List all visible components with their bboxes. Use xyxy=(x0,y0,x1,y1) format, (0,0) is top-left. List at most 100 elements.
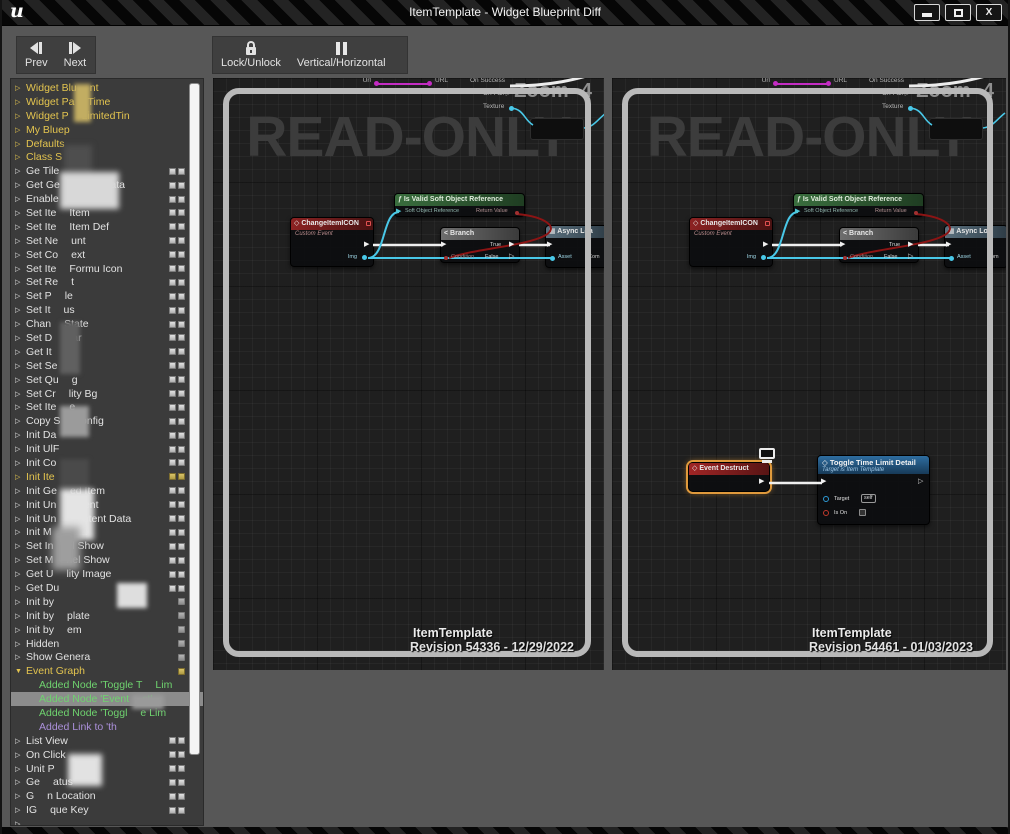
list-item[interactable]: Added Node 'Toggle TLim xyxy=(11,678,203,692)
list-item[interactable]: ▷Show Genera xyxy=(11,651,203,665)
expander-icon[interactable]: ▷ xyxy=(15,84,24,92)
list-item[interactable]: ▷Set Se xyxy=(11,359,203,373)
list-item[interactable]: ▷Init Da xyxy=(11,428,203,442)
list-item[interactable]: ▷Gn Location xyxy=(11,789,203,803)
expander-icon[interactable]: ▷ xyxy=(15,820,24,826)
expander-icon[interactable]: ▷ xyxy=(15,265,24,273)
list-item[interactable]: ▷Set Crlity Bg xyxy=(11,387,203,401)
list-item[interactable]: ▷Init UlF xyxy=(11,442,203,456)
list-item[interactable]: ▷Set DBar xyxy=(11,331,203,345)
list-item[interactable]: ▷Widget PaTime xyxy=(11,95,203,109)
expander-icon[interactable]: ▷ xyxy=(15,181,24,189)
expander-icon[interactable]: ▷ xyxy=(15,278,24,286)
expander-icon[interactable]: ▷ xyxy=(15,570,24,578)
expander-icon[interactable]: ▷ xyxy=(15,348,24,356)
expander-icon[interactable]: ▷ xyxy=(15,459,24,467)
list-item[interactable]: ▷Set Itee xyxy=(11,400,203,414)
list-item[interactable]: ▼Event Graph xyxy=(11,664,203,678)
list-item[interactable]: ▷Set Neunt xyxy=(11,234,203,248)
list-item[interactable]: ▷Init Unontent xyxy=(11,498,203,512)
expander-icon[interactable]: ▷ xyxy=(15,515,24,523)
list-item[interactable]: ▷Set Ple xyxy=(11,289,203,303)
list-item[interactable]: ▷List View xyxy=(11,734,203,748)
expander-icon[interactable]: ▷ xyxy=(15,320,24,328)
diff-panel-old[interactable]: READ-ONLY Zoom -4 Url URL On Success On … xyxy=(213,78,604,670)
expander-icon[interactable]: ▷ xyxy=(15,445,24,453)
minimize-button[interactable] xyxy=(914,4,940,21)
expander-icon[interactable]: ▷ xyxy=(15,140,24,148)
expander-icon[interactable]: ▷ xyxy=(15,778,24,786)
expander-icon[interactable]: ▷ xyxy=(15,653,24,661)
list-item[interactable]: ▷Widget PLimitedTin xyxy=(11,109,203,123)
lock-unlock-button[interactable]: Lock/Unlock xyxy=(213,37,289,73)
list-item[interactable]: ▷Get Du xyxy=(11,581,203,595)
list-item[interactable]: ▷ xyxy=(11,817,203,826)
list-item[interactable]: ▷Unit P xyxy=(11,762,203,776)
expander-icon[interactable]: ▷ xyxy=(15,376,24,384)
list-item[interactable]: ▷Set IteItem Def xyxy=(11,220,203,234)
expander-icon[interactable]: ▷ xyxy=(15,487,24,495)
list-item[interactable]: ▷Defaults xyxy=(11,137,203,151)
list-item[interactable]: ▷Set Mnel Show xyxy=(11,553,203,567)
expander-icon[interactable]: ▷ xyxy=(15,167,24,175)
expander-icon[interactable]: ▷ xyxy=(15,584,24,592)
list-item[interactable]: ▷Hidden xyxy=(11,637,203,651)
expander-icon[interactable]: ▷ xyxy=(15,751,24,759)
list-item[interactable]: ▷Init Co xyxy=(11,456,203,470)
expander-icon[interactable]: ▷ xyxy=(15,195,24,203)
expander-icon[interactable]: ▷ xyxy=(15,542,24,550)
expander-icon[interactable]: ▷ xyxy=(15,334,24,342)
list-item[interactable]: ▷IGque Key xyxy=(11,803,203,817)
expander-icon[interactable]: ▷ xyxy=(15,501,24,509)
list-item[interactable]: ▷Init by xyxy=(11,595,203,609)
expander-icon[interactable]: ▷ xyxy=(15,153,24,161)
expander-icon[interactable]: ▷ xyxy=(15,473,24,481)
list-item[interactable]: ▷Init Ite xyxy=(11,470,203,484)
sidebar-scrollbar[interactable] xyxy=(189,83,200,755)
list-item[interactable]: ▷Geatus xyxy=(11,776,203,790)
expander-icon[interactable]: ▷ xyxy=(15,417,24,425)
list-item[interactable]: ▷Get Ulity Image xyxy=(11,567,203,581)
list-item[interactable]: ▷Init MData xyxy=(11,526,203,540)
list-item[interactable]: ▷Copy SConfig xyxy=(11,414,203,428)
list-item[interactable]: Added Node 'Toggle Lim xyxy=(11,706,203,720)
list-item[interactable]: Added Link to 'th xyxy=(11,720,203,734)
expander-icon[interactable]: ▷ xyxy=(15,598,24,606)
title-bar[interactable]: u ItemTemplate - Widget Blueprint Diff X xyxy=(2,0,1008,26)
list-item[interactable]: ▷Set IteFormu Icon xyxy=(11,262,203,276)
list-item[interactable]: ▷Init byplate xyxy=(11,609,203,623)
expander-icon[interactable]: ▷ xyxy=(15,403,24,411)
list-item[interactable]: ▷Set Ret xyxy=(11,275,203,289)
orientation-button[interactable]: Vertical/Horizontal xyxy=(289,37,394,73)
close-button[interactable]: X xyxy=(976,4,1002,21)
diff-panel-new[interactable]: READ-ONLY Zoom -4 Url URL On Success On … xyxy=(612,78,1006,670)
list-item[interactable]: ▷Init UnContent Data xyxy=(11,512,203,526)
expander-icon[interactable]: ▷ xyxy=(15,390,24,398)
list-item[interactable]: ▷On Click xyxy=(11,748,203,762)
expanded-icon[interactable]: ▼ xyxy=(15,668,24,675)
expander-icon[interactable]: ▷ xyxy=(15,431,24,439)
expander-icon[interactable]: ▷ xyxy=(15,209,24,217)
list-item[interactable]: ▷Set Coext xyxy=(11,248,203,262)
list-item[interactable]: ▷Set Qug xyxy=(11,373,203,387)
expander-icon[interactable]: ▷ xyxy=(15,98,24,106)
maximize-button[interactable] xyxy=(945,4,971,21)
expander-icon[interactable]: ▷ xyxy=(15,237,24,245)
list-item[interactable]: Added Node 'Eventct' xyxy=(11,692,203,706)
expander-icon[interactable]: ▷ xyxy=(15,528,24,536)
expander-icon[interactable]: ▷ xyxy=(15,251,24,259)
prev-diff-button[interactable]: Prev xyxy=(17,37,56,73)
expander-icon[interactable]: ▷ xyxy=(15,112,24,120)
next-diff-button[interactable]: Next xyxy=(56,37,95,73)
expander-icon[interactable]: ▷ xyxy=(15,765,24,773)
expander-icon[interactable]: ▷ xyxy=(15,640,24,648)
list-item[interactable]: ▷ChanState xyxy=(11,317,203,331)
list-item[interactable]: ▷Widget Blunt xyxy=(11,81,203,95)
expander-icon[interactable]: ▷ xyxy=(15,126,24,134)
expander-icon[interactable]: ▷ xyxy=(15,792,24,800)
list-item[interactable]: ▷My Bluep xyxy=(11,123,203,137)
list-item[interactable]: ▷Set Itus xyxy=(11,303,203,317)
expander-icon[interactable]: ▷ xyxy=(15,223,24,231)
expander-icon[interactable]: ▷ xyxy=(15,556,24,564)
expander-icon[interactable]: ▷ xyxy=(15,612,24,620)
